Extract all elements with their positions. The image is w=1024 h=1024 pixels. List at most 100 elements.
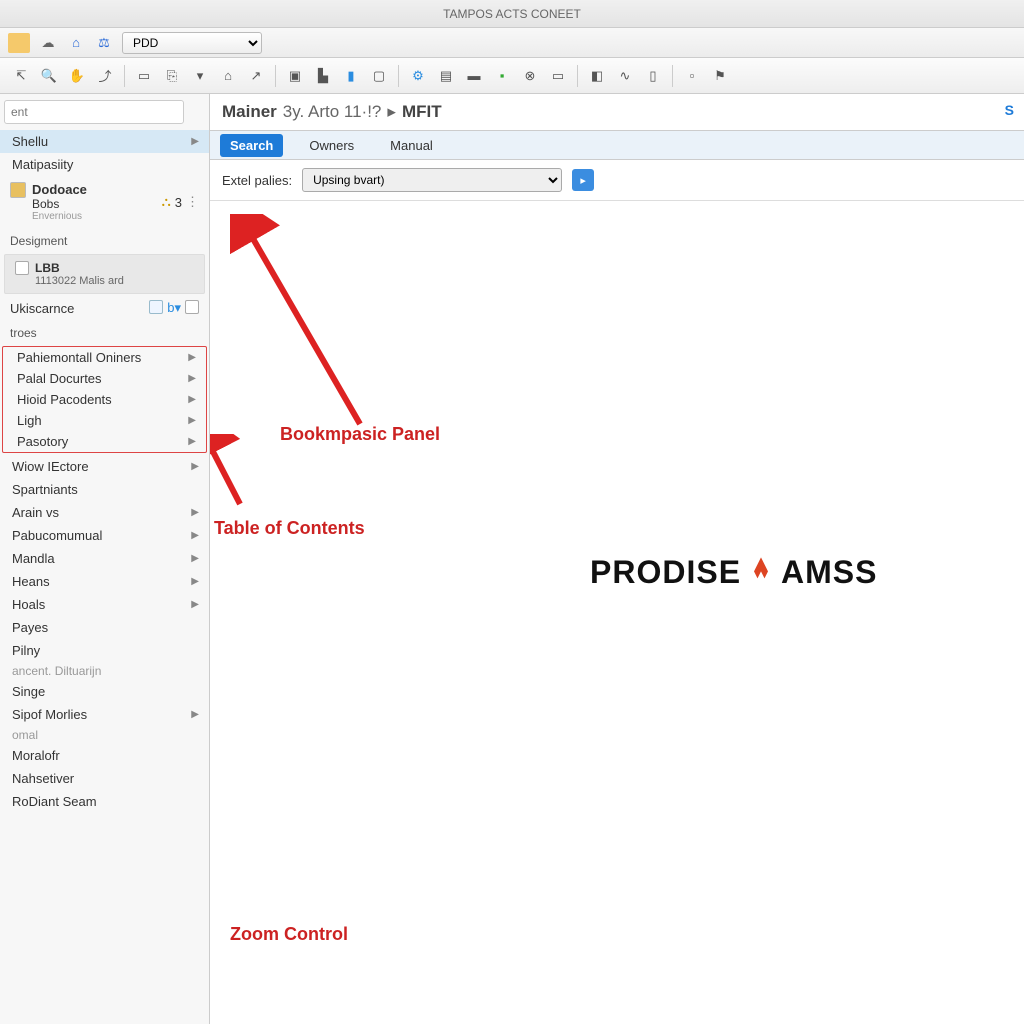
tool-clipboard-icon[interactable]: ▤	[433, 63, 459, 89]
sidebar-item-label: RoDiant Seam	[12, 794, 97, 809]
tool-square-icon[interactable]: ▪	[489, 63, 515, 89]
breadcrumb-sep: ▸	[387, 102, 396, 122]
sidebar-item-label: Pabucomumual	[12, 528, 102, 543]
sidebar-item[interactable]: Heans▶	[0, 570, 209, 593]
app-icon	[8, 33, 30, 53]
calendar-icon[interactable]	[149, 300, 163, 314]
annotation-zoom: Zoom Control	[230, 924, 348, 945]
tool-circle-icon[interactable]: ⊗	[517, 63, 543, 89]
toolbar: ↸ 🔍 ✋ ⤴ ▭ ⎘ ▾ ⌂ ↗ ▣ ▙ ▮ ▢ ⚙ ▤ ▬ ▪ ⊗ ▭ ◧ …	[0, 58, 1024, 94]
sidebar-item-label: Palal Docurtes	[17, 371, 102, 386]
annotation-toc: Table of Contents	[214, 518, 365, 539]
sidebar-item[interactable]: Arain vs▶	[0, 501, 209, 524]
sidebar-item[interactable]: Pahiemontall Oniners▶	[3, 347, 206, 368]
tool-box-icon[interactable]: ▢	[366, 63, 392, 89]
project-block[interactable]: LBB 1113022 Malis ard	[4, 254, 205, 294]
sidebar-item[interactable]: Mandla ▶	[0, 547, 209, 570]
menubar: ☁ ⌂ ⚖ PDD	[0, 28, 1024, 58]
sidebar-item[interactable]: Hoals▶	[0, 593, 209, 616]
sidebar-item-label: Mandla	[12, 551, 55, 566]
chevron-right-icon: ▶	[191, 576, 199, 587]
tool-chart-icon[interactable]: ▙	[310, 63, 336, 89]
sidebar-item[interactable]: Ligh ▶	[3, 410, 206, 431]
mode-dropdown[interactable]: PDD	[122, 32, 262, 54]
sidebar-item[interactable]: Nahsetiver	[0, 767, 209, 790]
chevron-right-icon: ▶	[191, 553, 199, 564]
b-label[interactable]: b▾	[167, 300, 181, 316]
design-label: Desigment	[0, 228, 209, 252]
tool-zoom-icon[interactable]: 🔍	[36, 63, 62, 89]
card-icon[interactable]	[185, 300, 199, 314]
sidebar-item-label: Payes	[12, 620, 48, 635]
sidebar-item[interactable]: Hioid Pacodents▶	[3, 389, 206, 410]
filter-dropdown[interactable]: Upsing bvart)	[302, 168, 562, 192]
sidebar-item[interactable]: RoDiant Seam	[0, 790, 209, 813]
chevron-right-icon: ▶	[191, 461, 199, 472]
sidebar-item[interactable]: Moralofr	[0, 744, 209, 767]
tool-home-icon[interactable]: ⌂	[215, 63, 241, 89]
tool-cube-icon[interactable]: ◧	[584, 63, 610, 89]
sidebar-user-block[interactable]: Dodoace Bobs Envernious ⛬ 3 ⋮	[0, 176, 209, 228]
filter-row: Extel palies: Upsing bvart) ▸	[210, 160, 1024, 201]
tool-panel-icon[interactable]: ▯	[640, 63, 666, 89]
chevron-right-icon: ▶	[188, 415, 196, 426]
tool-copy-icon[interactable]: ⎘	[159, 63, 185, 89]
tool-wave-icon[interactable]: ∿	[612, 63, 638, 89]
breadcrumb-part[interactable]: Mainer	[222, 102, 277, 122]
user-sub: Bobs	[32, 197, 87, 211]
tool-export-icon[interactable]: ↗	[243, 63, 269, 89]
chevron-right-icon: ▶	[191, 530, 199, 541]
sidebar-item-matipasiity[interactable]: Matipasiity	[0, 153, 209, 176]
project-icon	[15, 261, 29, 275]
more-icon[interactable]: ⋮	[186, 194, 199, 210]
balance-icon[interactable]: ⚖	[94, 33, 114, 53]
sidebar-item-label: Sipof Morlies	[12, 707, 87, 722]
misc-row: Ukiscarnce b▾	[0, 296, 209, 320]
sidebar-item[interactable]: Spartniants	[0, 478, 209, 501]
sidebar-toc-group: Pahiemontall Oniners▶ Palal Docurtes▶ Hi…	[2, 346, 207, 453]
chevron-right-icon: ▶	[191, 136, 199, 147]
sidebar-item[interactable]: Singe	[0, 680, 209, 703]
user-icon	[10, 182, 26, 198]
sidebar-item-label: Shellu	[12, 134, 48, 149]
project-name: LBB	[35, 261, 124, 275]
tab-owners[interactable]: Owners	[299, 134, 364, 157]
cloud-icon[interactable]: ☁	[38, 33, 58, 53]
tool-hand-icon[interactable]: ✋	[64, 63, 90, 89]
sidebar-item-shellu[interactable]: Shellu ▶	[0, 130, 209, 153]
home-icon[interactable]: ⌂	[66, 33, 86, 53]
sidebar-item-label: Nahsetiver	[12, 771, 74, 786]
sidebar-item[interactable]: Sipof Morlies ▶	[0, 703, 209, 726]
tool-layers-icon[interactable]: ▮	[338, 63, 364, 89]
tool-window-icon[interactable]: ▣	[282, 63, 308, 89]
tool-page-icon[interactable]: ▭	[131, 63, 157, 89]
chevron-right-icon: ▶	[191, 709, 199, 720]
annotation-bookmark-panel: Bookmpasic Panel	[280, 424, 440, 445]
tab-manual[interactable]: Manual	[380, 134, 443, 157]
sidebar-item[interactable]: Pabucomumual ▶	[0, 524, 209, 547]
sidebar-item[interactable]: Wiow IEctore ▶	[0, 455, 209, 478]
breadcrumb-part[interactable]: MFIT	[402, 102, 442, 122]
tool-monitor-icon[interactable]: ▬	[461, 63, 487, 89]
sidebar-item[interactable]: Payes	[0, 616, 209, 639]
tool-flag-icon[interactable]: ⚑	[707, 63, 733, 89]
tool-chevron-down-icon[interactable]: ▾	[187, 63, 213, 89]
filter-go-icon[interactable]: ▸	[572, 169, 594, 191]
user-badge-count: 3	[175, 195, 182, 210]
sidebar-item[interactable]: Palal Docurtes▶	[3, 368, 206, 389]
sidebar-search-input[interactable]	[4, 100, 184, 124]
tool-cursor-icon[interactable]: ↸	[8, 63, 34, 89]
sidebar-item-label: Hoals	[12, 597, 45, 612]
tool-note-icon[interactable]: ▫	[679, 63, 705, 89]
sidebar-item-label: Wiow IEctore	[12, 459, 89, 474]
sidebar-item[interactable]: Pasotory▶	[3, 431, 206, 452]
sidebar-item-label: Ligh	[17, 413, 42, 428]
tab-search[interactable]: Search	[220, 134, 283, 157]
faint-section: ancent. Diltuarijn	[0, 662, 209, 680]
sidebar-item[interactable]: Pilny	[0, 639, 209, 662]
tool-gear-icon[interactable]: ⚙	[405, 63, 431, 89]
tool-curve-icon[interactable]: ⤴	[92, 63, 118, 89]
top-right-link[interactable]: S	[1005, 102, 1014, 118]
tool-rect-icon[interactable]: ▭	[545, 63, 571, 89]
sidebar-item-label: Arain vs	[12, 505, 59, 520]
